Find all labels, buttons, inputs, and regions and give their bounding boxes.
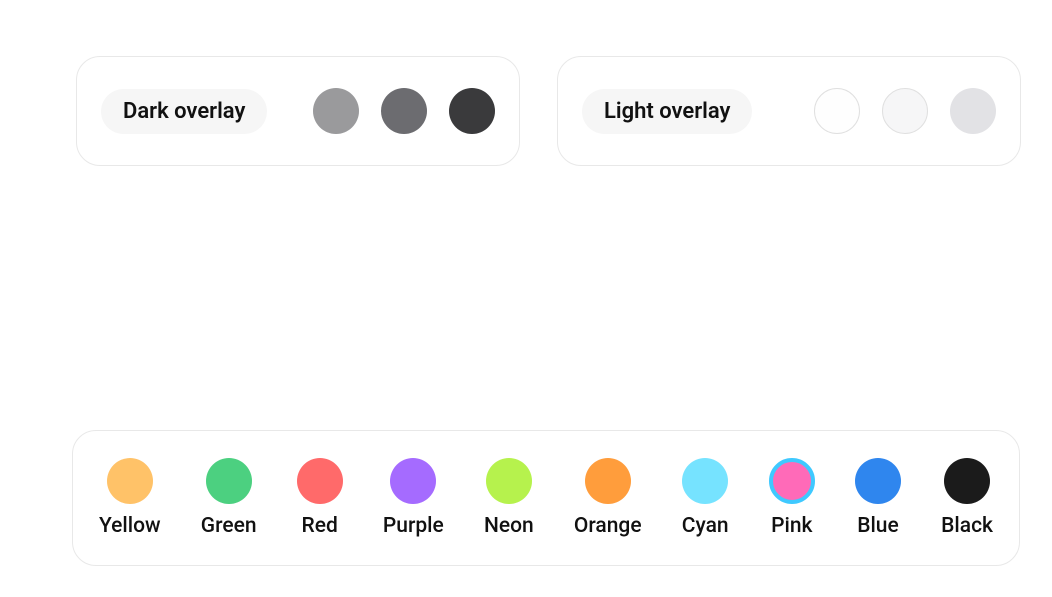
palette-item-red[interactable]: Red — [297, 458, 343, 538]
palette-label-cyan: Cyan — [682, 514, 729, 538]
palette-dot-green[interactable] — [206, 458, 252, 504]
palette-dot-purple[interactable] — [390, 458, 436, 504]
palette-label-blue: Blue — [857, 514, 899, 538]
palette-item-green[interactable]: Green — [201, 458, 257, 538]
palette-label-red: Red — [302, 514, 338, 538]
palette-dot-neon[interactable] — [486, 458, 532, 504]
palette-item-blue[interactable]: Blue — [855, 458, 901, 538]
palette-label-green: Green — [201, 514, 257, 538]
palette-item-orange[interactable]: Orange — [574, 458, 642, 538]
dark-overlay-panel: Dark overlay — [76, 56, 520, 166]
palette-dot-pink[interactable] — [769, 458, 815, 504]
palette-label-purple: Purple — [383, 514, 444, 538]
light-overlay-full-swatch[interactable] — [950, 88, 996, 134]
palette-dot-yellow[interactable] — [107, 458, 153, 504]
palette-item-yellow[interactable]: Yellow — [99, 458, 161, 538]
light-overlay-medium-swatch[interactable] — [882, 88, 928, 134]
dark-overlay-light-swatch[interactable] — [313, 88, 359, 134]
light-overlay-panel: Light overlay — [557, 56, 1021, 166]
palette-label-black: Black — [941, 514, 993, 538]
palette-item-black[interactable]: Black — [941, 458, 993, 538]
palette-dot-blue[interactable] — [855, 458, 901, 504]
palette-item-purple[interactable]: Purple — [383, 458, 444, 538]
palette-item-neon[interactable]: Neon — [484, 458, 534, 538]
palette-dot-orange[interactable] — [585, 458, 631, 504]
palette-label-pink: Pink — [771, 514, 812, 538]
palette-label-yellow: Yellow — [99, 514, 161, 538]
palette-dot-cyan[interactable] — [682, 458, 728, 504]
palette-label-orange: Orange — [574, 514, 642, 538]
light-overlay-swatches — [814, 88, 996, 134]
dark-overlay-swatches — [313, 88, 495, 134]
color-palette-panel: Yellow Green Red Purple Neon Orange Cyan Pink Bl… — [72, 430, 1020, 566]
palette-item-pink[interactable]: Pink — [769, 458, 815, 538]
dark-overlay-label: Dark overlay — [101, 89, 267, 134]
palette-dot-red[interactable] — [297, 458, 343, 504]
palette-dot-black[interactable] — [944, 458, 990, 504]
light-overlay-label: Light overlay — [582, 89, 752, 134]
dark-overlay-medium-swatch[interactable] — [381, 88, 427, 134]
dark-overlay-full-swatch[interactable] — [449, 88, 495, 134]
palette-item-cyan[interactable]: Cyan — [682, 458, 729, 538]
light-overlay-light-swatch[interactable] — [814, 88, 860, 134]
palette-label-neon: Neon — [484, 514, 534, 538]
